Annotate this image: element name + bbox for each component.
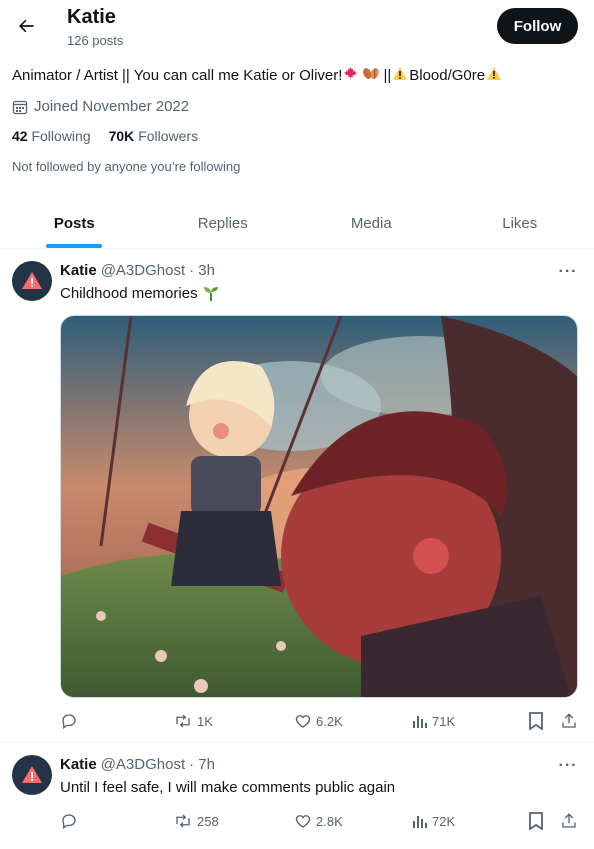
bookmark-icon [529,812,543,830]
repost-button[interactable]: 1K [173,712,213,730]
author-name[interactable]: Katie [60,262,97,279]
reply-button[interactable] [60,712,82,730]
tab-active-indicator [46,244,103,248]
following-link[interactable]: 42 Following [12,128,91,144]
tab-posts[interactable]: Posts [0,198,149,248]
warning-sign-avatar-icon [22,272,42,289]
illustration-image [61,316,577,697]
like-button[interactable]: 2.8K [294,812,343,830]
tab-likes[interactable]: Likes [446,198,594,248]
tab-label: Media [350,214,392,232]
views-count: 72K [432,813,456,829]
followers-link[interactable]: 70K Followers [109,128,198,144]
tab-label: Likes [502,214,538,232]
like-count: 2.8K [316,813,343,829]
views-button[interactable]: 71K [412,713,455,729]
warning-icon [392,66,408,85]
bio-text-main: Animator / Artist || You can call me Kat… [12,67,343,84]
not-followed-note: Not followed by anyone you’re following [12,159,241,174]
bookmark-button[interactable] [528,712,544,730]
reply-icon [62,814,76,830]
tab-label: Posts [53,214,95,232]
follow-stats: 42 Following 70K Followers [12,128,198,144]
repost-button[interactable]: 258 [173,812,219,830]
share-icon [562,713,576,728]
like-button[interactable]: 6.2K [294,712,343,730]
profile-name: Katie [67,6,116,28]
share-button[interactable] [560,712,578,730]
post-time[interactable]: · 3h [189,262,215,279]
bio-text-content-warning: Blood/G0re [409,67,486,84]
more-options-icon[interactable]: ··· [556,757,580,775]
heart-icon [295,815,311,828]
repost-count: 258 [197,813,219,829]
followers-count: 70K [108,128,135,144]
reply-button[interactable] [60,812,82,830]
tab-label: Replies [197,214,248,232]
followers-label: Followers [138,128,199,144]
calendar-icon [12,100,28,114]
bio-text-separator: || [383,67,392,84]
author-handle[interactable]: @A3DGhost [101,756,185,773]
author-handle[interactable]: @A3DGhost [101,262,185,279]
repost-count: 1K [197,713,213,729]
heart-icon [295,715,311,728]
author-name[interactable]: Katie [60,756,97,773]
warning-icon [486,66,502,85]
views-button[interactable]: 72K [412,813,455,829]
following-label: Following [31,128,91,144]
views-icon [413,716,427,728]
joined-text: Joined November 2022 [34,98,190,115]
warning-sign-avatar-icon [22,766,42,783]
share-button[interactable] [560,812,578,830]
post-actions: 1K 6.2K 71K [60,711,580,731]
reply-icon [62,714,76,730]
bookmark-icon [529,712,543,730]
post-text: Until I feel safe, I will make comments … [60,779,396,796]
views-count: 71K [432,713,456,729]
seedling-icon [203,287,218,301]
maple-leaf-icon [343,66,358,85]
post-time[interactable]: · 7h [189,756,215,773]
follow-button[interactable]: Follow [497,8,578,44]
joined-date: Joined November 2022 [12,98,189,115]
like-count: 6.2K [316,713,343,729]
post-text: Childhood memories [60,285,220,302]
avatar[interactable] [12,261,52,301]
post-header: Katie @A3DGhost · 7h [60,756,215,773]
profile-bio: Animator / Artist || You can call me Kat… [12,66,503,85]
share-icon [562,813,576,828]
bookmark-button[interactable] [528,812,544,830]
avatar[interactable] [12,755,52,795]
tab-media[interactable]: Media [297,198,446,248]
following-count: 42 [12,128,28,144]
repost-icon [176,814,190,828]
post-text-content: Childhood memories [60,285,198,302]
posts-count: 126 posts [67,33,124,48]
post-actions: 258 2.8K 72K [60,811,580,831]
tab-replies[interactable]: Replies [149,198,298,248]
repost-icon [176,714,190,728]
profile-tabs: Posts Replies Media Likes [0,198,594,249]
views-icon [413,816,427,828]
back-button[interactable] [8,8,44,44]
more-options-icon[interactable]: ··· [556,263,580,281]
post-image[interactable] [60,315,578,698]
post-item[interactable]: Katie @A3DGhost · 3h ··· Childhood memor… [0,249,594,743]
post-item[interactable]: Katie @A3DGhost · 7h ··· Until I feel sa… [0,743,594,849]
autumn-leaves-icon [360,66,382,85]
post-header: Katie @A3DGhost · 3h [60,262,215,279]
arrow-left-icon [19,19,34,33]
